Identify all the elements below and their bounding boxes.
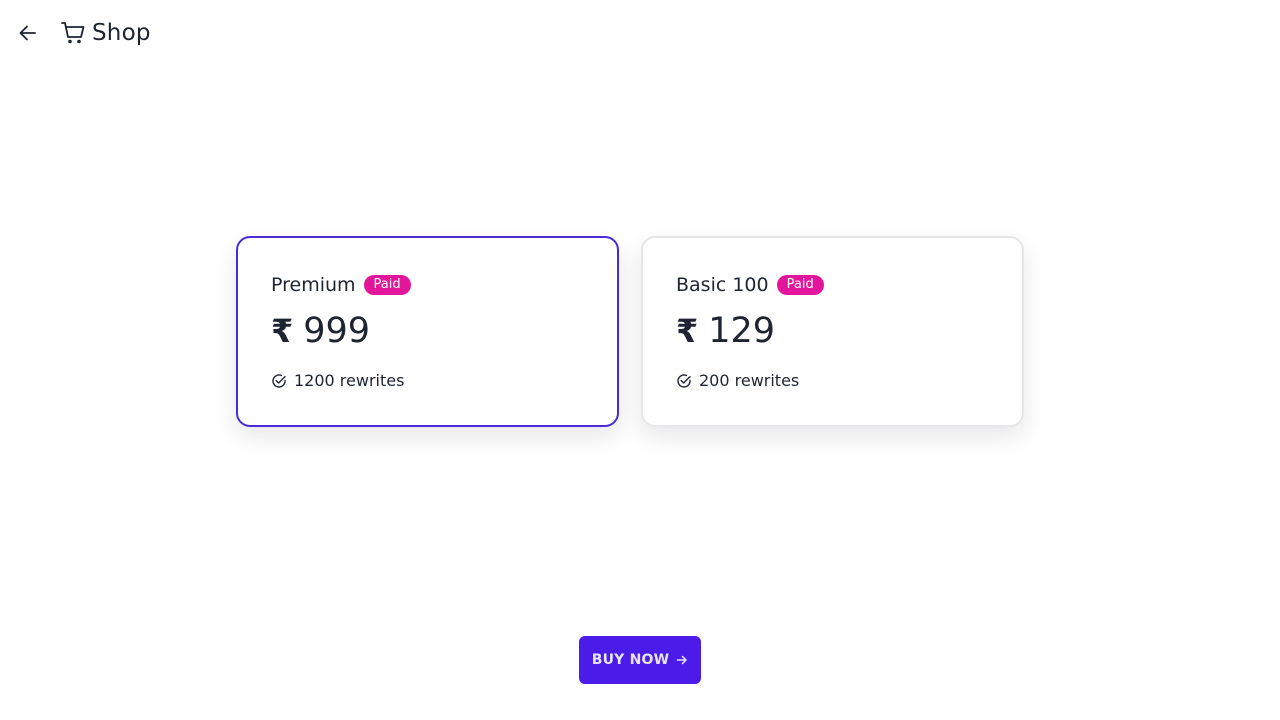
plan-card-premium[interactable]: Premium Paid ₹ 999 1200 rewrites — [236, 236, 619, 427]
feature-row: 200 rewrites — [676, 371, 1022, 390]
page-heading: Shop — [60, 20, 151, 46]
plan-header: Basic 100 Paid — [676, 273, 1022, 297]
price-row: ₹ 129 — [676, 311, 1022, 351]
back-button[interactable] — [16, 21, 40, 45]
paid-badge: Paid — [363, 275, 411, 295]
plan-header: Premium Paid — [271, 273, 617, 297]
shopping-cart-icon — [60, 20, 86, 46]
plan-feature: 200 rewrites — [699, 371, 800, 390]
buy-now-label: BUY NOW — [591, 652, 670, 668]
plan-name: Basic 100 — [676, 274, 769, 296]
paid-badge: Paid — [776, 275, 824, 295]
arrow-left-icon — [19, 25, 36, 41]
currency-symbol: ₹ — [271, 312, 294, 350]
check-circle-icon — [676, 373, 692, 389]
plan-price: 999 — [303, 310, 371, 351]
plan-name: Premium — [271, 274, 356, 296]
check-circle-icon — [271, 373, 287, 389]
feature-row: 1200 rewrites — [271, 371, 617, 390]
header: Shop — [16, 16, 151, 50]
price-row: ₹ 999 — [271, 311, 617, 351]
buy-now-button[interactable]: BUY NOW — [579, 636, 701, 684]
arrow-right-icon — [676, 654, 688, 666]
page-title: Shop — [92, 20, 151, 46]
plan-card-basic-100[interactable]: Basic 100 Paid ₹ 129 200 rewrites — [641, 236, 1024, 427]
currency-symbol: ₹ — [676, 312, 699, 350]
plan-cards: Premium Paid ₹ 999 1200 rewrites Basic 1… — [236, 236, 1024, 427]
plan-price: 129 — [708, 310, 776, 351]
plan-feature: 1200 rewrites — [294, 371, 405, 390]
